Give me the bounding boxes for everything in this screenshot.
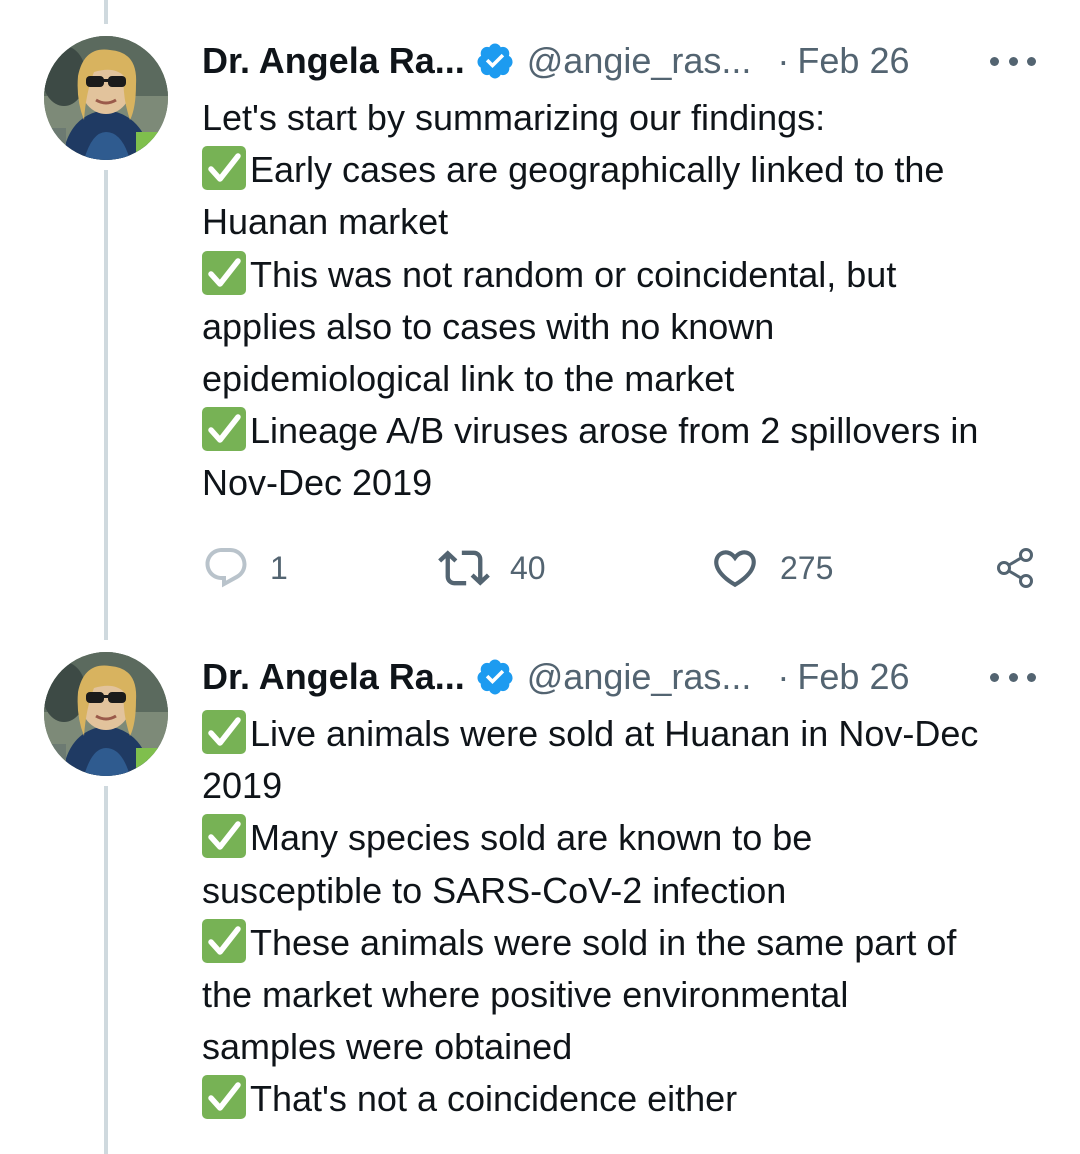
verified-badge-icon [475,41,515,81]
author-name[interactable]: Dr. Angela Ra... [202,36,465,86]
verified-badge-icon [475,657,515,697]
text-line: Nov-Dec 2019 [202,462,433,504]
text-line: 2019 [202,765,283,807]
tweet-text: Live animals were sold at Huanan in Nov-… [202,708,1062,1126]
retweet-icon [438,550,490,586]
retweet-button[interactable]: 40 [438,540,546,596]
check-icon [202,250,246,295]
avatar[interactable] [44,36,168,160]
check-icon [202,710,246,754]
reply-button[interactable]: 1 [202,540,288,596]
text-line: Live animals were sold at Huanan in Nov-… [202,708,1062,760]
text-line: These animals were sold in the same part… [202,917,1062,969]
text-line: applies also to cases with no known [202,305,775,347]
text-line: Early cases are geographically linked to… [202,144,1062,196]
tweet[interactable]: Dr. Angela Ra... @angie_ras... · Feb 26 … [0,0,1080,620]
tweet-date[interactable]: Feb 26 [797,36,909,86]
like-count: 275 [780,549,834,586]
text-line: Many species sold are known to be [202,812,1062,864]
check-icon [202,918,246,963]
author-handle[interactable]: @angie_ras... [527,36,752,86]
share-button[interactable] [992,540,1038,596]
more-icon[interactable] [990,664,1036,690]
tweet-header: Dr. Angela Ra... @angie_ras... · Feb 26 [202,652,910,702]
separator-dot: · [777,40,790,81]
tweet-actions: 1 40 275 [202,540,1042,596]
more-icon[interactable] [990,48,1036,74]
tweet[interactable]: Dr. Angela Ra... @angie_ras... · Feb 26 … [0,620,1080,1154]
check-icon [202,146,246,191]
text-line: susceptible to SARS-CoV-2 infection [202,869,787,911]
retweet-count: 40 [510,549,546,586]
text-line: This was not random or coincidental, but [202,249,1062,301]
text-line: samples were obtained [202,1026,573,1068]
check-icon [202,1075,246,1120]
tweet-text: Let's start by summarizing our findings:… [202,92,1062,510]
text-line: Lineage A/B viruses arose from 2 spillov… [202,405,1062,457]
check-icon [202,407,246,452]
text-line: the market where positive environmental [202,974,849,1016]
text-line: Let's start by summarizing our findings: [202,97,826,138]
avatar[interactable] [44,652,168,776]
text-line: epidemiological link to the market [202,358,735,400]
author-name[interactable]: Dr. Angela Ra... [202,652,465,702]
like-button[interactable]: 275 [710,540,833,596]
text-line: That's not a coincidence either [202,1073,1062,1125]
text-line: Huanan market [202,201,449,243]
check-icon [202,814,246,859]
reply-count: 1 [270,549,288,586]
tweet-header: Dr. Angela Ra... @angie_ras... · Feb 26 [202,36,910,86]
reply-icon [205,548,247,588]
tweet-date[interactable]: Feb 26 [797,652,909,702]
author-handle[interactable]: @angie_ras... [527,652,752,702]
heart-icon [714,550,756,588]
share-icon [997,548,1033,588]
separator-dot: · [777,656,790,697]
